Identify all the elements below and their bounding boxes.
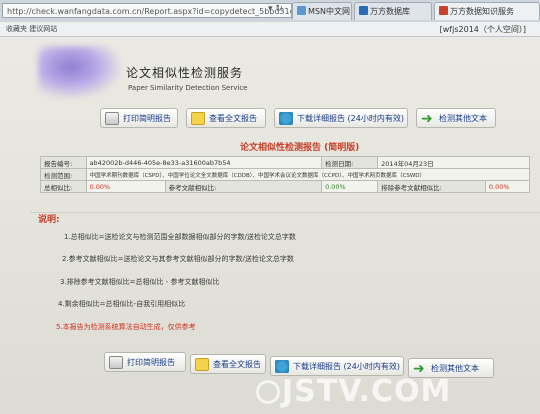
tab-wanfang-service[interactable]: 万方数据知识服务 xyxy=(434,2,540,20)
watermark-logo-icon xyxy=(256,380,280,404)
document-icon xyxy=(195,358,209,371)
refresh-icon[interactable]: ▾ ↻ xyxy=(268,4,283,14)
explain-item: 5.本报告为检测系统算法自动生成，仅供参考 xyxy=(56,323,196,331)
browser-toolbar: http://check.wanfangdata.com.cn/Report.a… xyxy=(0,0,540,23)
page-title: 论文相似性检测服务 xyxy=(126,66,244,80)
range-value: 中国学术期刊数据库（CSPD）、中国学位论文全文数据库（CDDB）、中国学术会议… xyxy=(85,168,531,181)
page-subtitle: Paper Similarity Detection Service xyxy=(128,84,248,92)
divider xyxy=(30,212,540,213)
download-report-button[interactable]: 下载详细报告 (24小时内有效) xyxy=(274,108,408,128)
exclude-ratio-label: 排除参考文献相似比: xyxy=(377,180,486,193)
document-icon xyxy=(191,112,205,125)
user-space-link[interactable]: [wfjs2014（个人空间）] xyxy=(440,24,526,35)
range-label: 检测范围: xyxy=(40,168,87,181)
msn-icon xyxy=(297,6,306,15)
check-other-text-button[interactable]: 检测其他文本 xyxy=(416,108,496,129)
arrow-right-icon xyxy=(421,109,435,129)
explain-item: 4.剩余相似比=总相似比-自我引用相似比 xyxy=(58,300,186,308)
table-row: 总相似比: 0.00% 参考文献相似比: 0.00% 排除参考文献相似比: 0.… xyxy=(40,180,531,193)
tab-wanfang[interactable]: 万方数据库 xyxy=(354,2,432,20)
explain-item: 3.排除参考文献相似比=总相似比 - 参考文献相似比 xyxy=(60,278,220,286)
explain-heading: 说明: xyxy=(38,215,60,225)
view-full-report-button-bottom[interactable]: 查看全文报告 xyxy=(190,354,266,374)
view-full-report-button[interactable]: 查看全文报告 xyxy=(186,108,266,128)
table-row: 报告编号: ab42002b-d446-405e-8e33-a31600ab7b… xyxy=(40,156,530,169)
total-ratio-label: 总相似比: xyxy=(40,180,87,193)
table-row: 检测范围: 中国学术期刊数据库（CSPD）、中国学位论文全文数据库（CDDB）、… xyxy=(40,168,531,181)
favorites-link[interactable]: 收藏夹 建议网站 xyxy=(6,23,57,35)
download-icon xyxy=(279,112,293,125)
check-date-label: 检测日期: xyxy=(321,156,379,169)
tab-msn[interactable]: MSN中文网 - 新闻 xyxy=(292,2,352,20)
report-title: 论文相似性检测报告 (简明版) xyxy=(240,143,360,153)
printer-icon xyxy=(109,356,123,369)
printer-icon xyxy=(105,112,119,125)
ref-ratio-value: 0.00% xyxy=(321,180,379,193)
report-id-label: 报告编号: xyxy=(40,156,87,169)
check-date-value: 2014年04月23日 xyxy=(377,156,530,169)
explain-item: 2.参考文献相似比=送检论文与其参考文献相似部分的字数/送检论文总字数 xyxy=(62,255,294,263)
wanfang-icon xyxy=(359,6,368,15)
print-report-button-bottom[interactable]: 打印简明报告 xyxy=(104,352,186,372)
total-ratio-value: 0.00% xyxy=(85,180,166,193)
download-report-button-bottom[interactable]: 下载详细报告 (24小时内有效) xyxy=(270,356,404,376)
exclude-ratio-value: 0.00% xyxy=(484,180,531,193)
print-report-button[interactable]: 打印简明报告 xyxy=(100,108,178,128)
address-bar[interactable]: http://check.wanfangdata.com.cn/Report.a… xyxy=(2,3,292,18)
explain-item: 1.总相似比=送检论文与检测范围全部数据相似部分的字数/送检论文总字数 xyxy=(64,233,296,241)
ref-ratio-label: 参考文献相似比: xyxy=(164,180,323,193)
wanfang-logo xyxy=(38,46,120,98)
watermark: JSTV.COM xyxy=(282,374,452,409)
download-icon xyxy=(275,360,289,373)
wanfang-service-icon xyxy=(439,6,448,15)
screen: http://check.wanfangdata.com.cn/Report.a… xyxy=(0,0,540,414)
report-info-table: 报告编号: ab42002b-d446-405e-8e33-a31600ab7b… xyxy=(40,156,531,193)
report-id-value: ab42002b-d446-405e-8e33-a31600ab7b54 xyxy=(85,156,323,169)
